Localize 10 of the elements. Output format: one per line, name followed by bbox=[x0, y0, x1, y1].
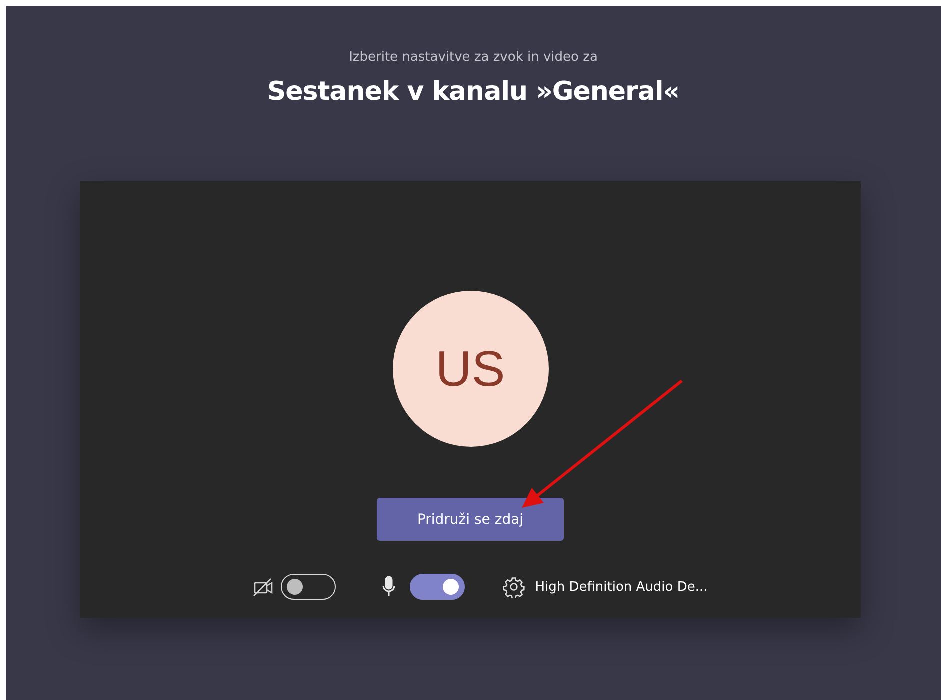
settings-icon bbox=[503, 576, 526, 598]
camera-toggle[interactable] bbox=[281, 574, 336, 600]
user-avatar: US bbox=[392, 291, 548, 447]
microphone-toggle[interactable] bbox=[410, 574, 466, 600]
microphone-icon bbox=[382, 576, 396, 598]
subtitle: Izberite nastavitve za zvok in video za bbox=[349, 50, 598, 65]
meeting-title: Sestanek v kanalu »General« bbox=[267, 77, 680, 107]
camera-off-icon bbox=[253, 577, 276, 597]
device-settings-button[interactable]: High Definition Audio De... bbox=[503, 576, 708, 598]
join-button[interactable]: Pridruži se zdaj bbox=[377, 498, 564, 541]
